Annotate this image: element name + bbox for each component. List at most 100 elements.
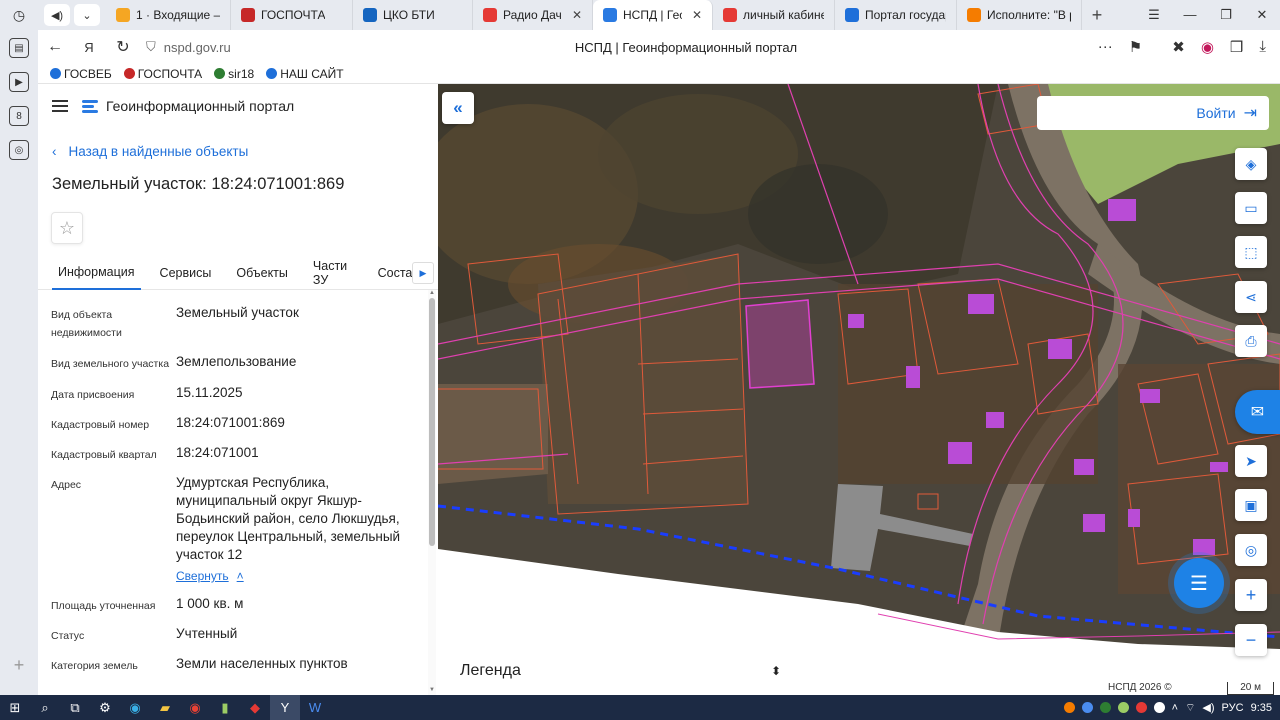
tabs-dropdown-icon[interactable]: ⌄ (74, 4, 100, 26)
yandex-icon[interactable]: Я (72, 40, 106, 55)
map-view[interactable]: « Войти ⇥ ◈ ▭ ⬚ ⋖ ⎙ ✉ ➤ ▣ ◎ ☰ + − Легенд… (438, 84, 1280, 695)
location-button[interactable]: ◎ (1235, 534, 1267, 566)
panel-scrollbar[interactable]: ▲ ▼ (428, 290, 436, 695)
zoom-out-button[interactable]: − (1235, 624, 1267, 656)
bookmark-item[interactable]: НАШ САЙТ (266, 67, 344, 81)
bookmark-item[interactable]: ГОСПОЧТА (123, 67, 202, 81)
alice-icon[interactable]: ◉ (1201, 38, 1214, 56)
task-view-icon[interactable]: ⧉ (60, 695, 90, 720)
start-icon[interactable]: ⊞ (0, 695, 30, 720)
video-icon[interactable]: ▶ (9, 72, 29, 92)
bookmark-item[interactable]: sir18 (214, 67, 254, 81)
select-area-button[interactable]: ⬚ (1235, 236, 1267, 268)
browser-tab[interactable]: 1 · Входящие — Я (106, 0, 231, 30)
property-value-cell: Учтенный (176, 625, 412, 645)
panel-tab[interactable]: Объекты (230, 256, 294, 290)
scroll-down-icon[interactable]: ▼ (428, 687, 436, 693)
close-window-button[interactable]: ✕ (1244, 7, 1280, 23)
more-icon[interactable]: ··· (1098, 38, 1113, 56)
property-key: Вид земельного участка (51, 358, 170, 370)
attribution-text: НСПД 2026 © (1108, 682, 1172, 693)
collections-button-icon[interactable]: ❒ (1230, 38, 1243, 56)
tabs-scroll-right-icon[interactable]: ▶ (412, 262, 434, 284)
tray-app-icon[interactable] (1063, 702, 1075, 713)
chevron-up-icon[interactable]: ˄ (1172, 702, 1178, 714)
minimize-button[interactable]: — (1172, 7, 1208, 23)
panel-tab[interactable]: Информация (52, 256, 141, 290)
downloads-icon[interactable]: ⤓ (1259, 38, 1266, 56)
word-icon[interactable]: W (300, 695, 330, 720)
browser-tab[interactable]: Портал государст (835, 0, 957, 30)
scroll-up-icon[interactable]: ▲ (428, 290, 436, 296)
tray-app-icon[interactable] (1153, 702, 1165, 713)
history-icon[interactable]: ◷ (0, 0, 38, 30)
layers-button[interactable]: ◈ (1235, 148, 1267, 180)
zoom-in-button[interactable]: + (1235, 579, 1267, 611)
tray-app-icon[interactable] (1135, 702, 1147, 713)
edge-icon[interactable]: ◉ (120, 695, 150, 720)
mail-icon (116, 8, 130, 22)
extensions-icon[interactable]: ✖ (1172, 38, 1185, 56)
browser-tab[interactable]: Исполните: "В ра (957, 0, 1082, 30)
page-title: НСПД | Геоинформационный портал (574, 39, 798, 55)
tray-app-icon[interactable] (1081, 702, 1093, 713)
chat-button[interactable]: ☰ (1174, 558, 1224, 608)
tray-app-icon[interactable] (1099, 702, 1111, 713)
favorite-star-icon[interactable]: ☆ (51, 212, 83, 244)
screenshot-icon[interactable]: ◎ (9, 140, 29, 160)
panel-tab[interactable]: Части ЗУ (307, 256, 359, 290)
wifi-icon[interactable]: ⌔ (1185, 701, 1195, 715)
legend-dropdown[interactable]: Легенда ⬍ (448, 654, 793, 688)
bookmark-icon[interactable]: ⚑ (1129, 38, 1142, 56)
scrollbar-thumb[interactable] (429, 298, 435, 546)
apps-icon[interactable]: 8 (9, 106, 29, 126)
notes-icon[interactable]: ▮ (210, 695, 240, 720)
tray-app-icon[interactable] (1117, 702, 1129, 713)
chrome-icon[interactable]: ◉ (180, 695, 210, 720)
sound-icon[interactable]: ◀) (44, 4, 70, 26)
clock[interactable]: 9:35 (1251, 702, 1272, 714)
collections-icon[interactable]: ▤ (9, 38, 29, 58)
new-tab-button[interactable]: + (1082, 5, 1112, 26)
ruler-button[interactable]: ▭ (1235, 192, 1267, 224)
browser-tab[interactable]: НСПД | Геоинф ✕ (593, 0, 713, 30)
select-area-icon: ⬚ (1244, 243, 1258, 260)
settings-icon[interactable]: ⚙ (90, 695, 120, 720)
close-tab-icon[interactable]: ✕ (572, 8, 582, 22)
collapse-panel-button[interactable]: « (442, 92, 474, 124)
bookmark-item[interactable]: ГОСВЕБ (50, 67, 112, 81)
property-value-cell: Землепользование (176, 353, 412, 373)
share-button[interactable]: ⋖ (1235, 281, 1267, 313)
map-frame-button[interactable]: ▣ (1235, 489, 1267, 521)
menu-icon[interactable]: ☰ (1136, 7, 1172, 23)
print-button[interactable]: ⎙ (1235, 325, 1267, 357)
navigate-button[interactable]: ➤ (1235, 445, 1267, 477)
browser-sidebar: ▤ ▶ 8 ◎ + (0, 30, 38, 695)
login-button[interactable]: Войти ⇥ (1037, 96, 1269, 130)
property-value: Земельный участок (176, 305, 299, 320)
add-sidebar-item-icon[interactable]: + (9, 655, 29, 675)
volume-icon[interactable]: ◀) (1202, 701, 1214, 714)
browser-tab[interactable]: ЦКО БТИ (353, 0, 473, 30)
restore-button[interactable]: ❐ (1208, 7, 1244, 23)
tab-title: Исполните: "В ра (987, 8, 1071, 22)
back-to-results-link[interactable]: ‹ Назад в найденные объекты (52, 144, 438, 159)
language-indicator[interactable]: РУС (1222, 702, 1244, 714)
browser-tab-bar: ◷ ◀) ⌄ 1 · Входящие — Я ГОСПОЧТА ЦКО БТИ Ра… (0, 0, 1280, 30)
feedback-button[interactable]: ✉ (1235, 390, 1280, 434)
browser-tab[interactable]: личный кабинет р (713, 0, 835, 30)
collapse-address-link[interactable]: Свернуть ˄ (176, 567, 412, 585)
reload-icon[interactable]: ↻ (106, 37, 140, 57)
search-icon[interactable]: ⌕ (30, 695, 60, 720)
yandex-browser-icon[interactable]: Y (270, 695, 300, 720)
browser-tab[interactable]: ГОСПОЧТА (231, 0, 353, 30)
browser-tab[interactable]: Радио Дача ✕ (473, 0, 593, 30)
app-icon[interactable]: ◆ (240, 695, 270, 720)
close-tab-icon[interactable]: ✕ (692, 8, 702, 22)
url-field[interactable]: ⛉ nspd.gov.ru (146, 39, 476, 55)
layers-icon: ◈ (1245, 155, 1257, 172)
panel-tab[interactable]: Сервисы (154, 256, 218, 290)
hamburger-menu-icon[interactable] (52, 100, 68, 112)
back-icon[interactable]: ← (38, 38, 72, 56)
explorer-icon[interactable]: ▰ (150, 695, 180, 720)
